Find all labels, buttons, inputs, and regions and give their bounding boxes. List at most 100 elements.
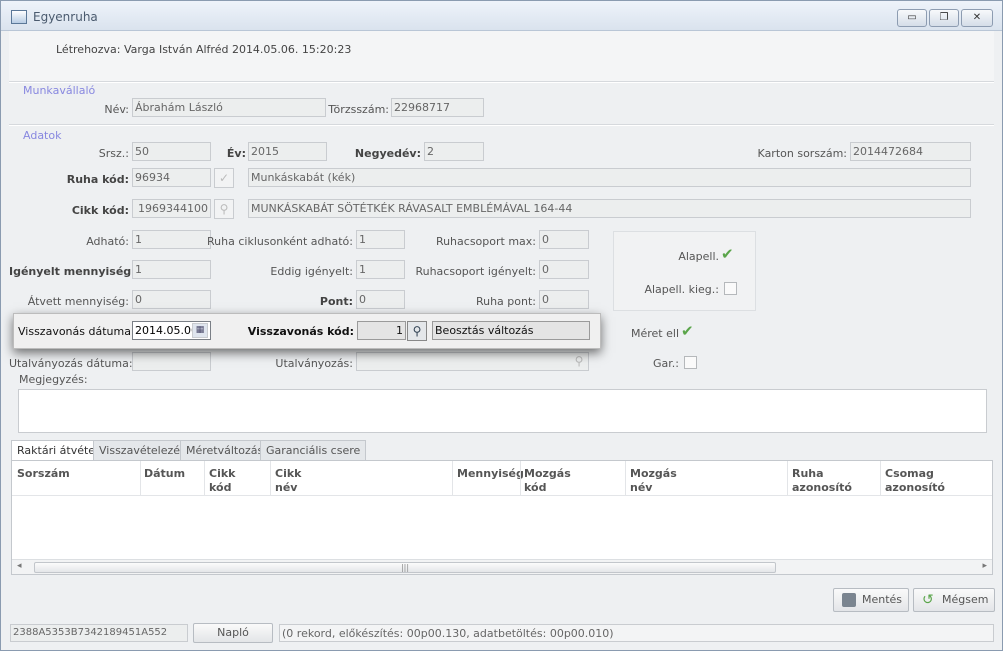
name-field[interactable]: Ábrahám László [132,98,326,117]
col-cikk-nev[interactable]: Cikk név [275,467,301,495]
csoport-max-field[interactable]: 0 [539,230,589,249]
tab-raktari-atvetel[interactable]: Raktári átvétel [11,440,105,461]
employee-legend: Munkavállaló [23,84,96,97]
divider [9,81,994,83]
igenyelt-field[interactable]: 1 [132,260,211,279]
ciklus-field[interactable]: 1 [356,230,405,249]
col-mozgas-kod[interactable]: Mozgás kód [524,467,571,495]
col-sorszam[interactable]: Sorszám [17,467,70,481]
revoke-code-field[interactable]: 1 [357,321,406,340]
divider [9,124,994,126]
ruha-kod-description: Munkáskabát (kék) [248,168,971,187]
utalv-datum-field[interactable] [132,352,211,371]
alapell-kieg-checkbox[interactable] [724,282,737,295]
tab-meretvaltozas[interactable]: Méretváltozás [180,440,270,460]
undo-icon: ↺ [922,592,934,608]
igenyelt-label: Igényelt mennyiség: [9,265,136,278]
csoport-igenyelt-label: Ruhacsoport igényelt: [415,265,536,278]
alapell-kieg-label: Alapell. kieg.: [644,283,719,296]
window-title: Egyenruha [33,10,98,24]
cancel-button[interactable]: ↺ Mégsem [913,588,996,612]
gar-label: Gar.: [653,357,679,370]
data-grid: Sorszám Dátum Cikk kód Cikk név Mennyisé… [11,460,993,575]
alapell-check-icon[interactable]: ✔ [721,245,734,263]
srsz-field[interactable]: 50 [132,142,211,161]
ruha-kod-check-icon[interactable]: ✓ [214,168,234,188]
name-label: Név: [104,103,129,116]
minimize-button[interactable]: ▭ [897,9,927,27]
alapell-label: Alapell. [678,250,719,263]
cikk-kod-search-icon[interactable]: ⚲ [214,199,234,219]
col-datum[interactable]: Dátum [144,467,185,481]
data-legend: Adatok [23,129,62,142]
col-mozgas-nev[interactable]: Mozgás név [630,467,677,495]
scroll-left-icon[interactable]: ◂ [17,561,22,571]
id-label: Törzsszám: [328,103,389,116]
calendar-icon[interactable]: ▦ [192,323,208,338]
csoport-igenyelt-field[interactable]: 0 [539,260,589,279]
col-cikk-kod[interactable]: Cikk kód [209,467,235,495]
ruha-kod-field[interactable]: 96934 [132,168,211,187]
col-mennyiseg[interactable]: Mennyiség [457,467,524,481]
tab-garancialis-csere[interactable]: Garanciális csere [260,440,367,460]
ruha-kod-label: Ruha kód: [66,173,129,186]
created-info: Létrehozva: Varga István Alfréd 2014.05.… [56,43,352,56]
csoport-max-label: Ruhacsoport max: [435,235,536,248]
gar-checkbox[interactable] [684,356,697,369]
window: Egyenruha ▭ ❐ ✕ Létrehozva: Varga István… [0,0,1003,651]
id-field[interactable]: 22968717 [391,98,484,117]
scroll-right-icon[interactable]: ▸ [982,561,987,571]
eddig-field[interactable]: 1 [356,260,405,279]
megjegyzes-textarea[interactable] [18,389,987,433]
floppy-icon [842,593,856,607]
pont-field[interactable]: 0 [356,290,405,309]
save-button[interactable]: Mentés [833,588,910,612]
scroll-thumb[interactable]: ||| [34,562,776,573]
tab-visszavetelezes[interactable]: Visszavételezés [93,440,192,460]
revoke-code-description: Beosztás változás [432,321,590,340]
revoke-code-search-icon[interactable]: ⚲ [407,321,427,341]
adhato-field[interactable]: 1 [132,230,211,249]
ev-field[interactable]: 2015 [248,142,327,161]
cikk-kod-field[interactable]: 1969344100 [132,199,211,218]
adhato-label: Adható: [86,235,129,248]
horizontal-scrollbar[interactable]: ◂ ||| ▸ [12,559,992,574]
ev-label: Év: [226,147,246,160]
utalv-datum-label: Utalványozás dátuma: [9,357,133,370]
pont-label: Pont: [319,295,353,308]
negyedev-field[interactable]: 2 [424,142,484,161]
atvett-label: Átvett mennyiség: [27,295,129,308]
karton-label: Karton sorszám: [757,147,847,160]
karton-field[interactable]: 2014472684 [850,142,971,161]
atvett-field[interactable]: 0 [132,290,211,309]
log-button[interactable]: Napló [193,623,273,643]
cikk-kod-label: Cikk kód: [71,204,129,217]
save-button-label: Mentés [862,593,903,606]
title-bar: Egyenruha ▭ ❐ ✕ [1,1,1002,31]
ruha-pont-label: Ruha pont: [475,295,536,308]
meret-label: Méret ell [631,327,679,340]
status-text: (0 rekord, előkészítés: 00p00.130, adatb… [279,624,994,642]
app-icon [11,10,27,24]
maximize-button[interactable]: ❐ [929,9,959,27]
megjegyzes-label: Megjegyzés: [19,373,88,386]
ruha-pont-field[interactable]: 0 [539,290,589,309]
col-ruha-azonosito[interactable]: Ruha azonosító [792,467,852,495]
utalv-search-icon[interactable]: ⚲ [569,352,589,372]
revoke-code-label: Visszavonás kód: [247,325,354,338]
record-id-field[interactable]: 2388A5353B7342189451A552 [10,624,188,642]
utalv-label: Utalványozás: [275,357,353,370]
cikk-kod-description: MUNKÁSKABÁT SÖTÉTKÉK RÁVASALT EMBLÉMÁVAL… [248,199,971,218]
revoke-popup: Visszavonás dátuma: 2014.05.06 ▦ Visszav… [13,313,601,349]
close-button[interactable]: ✕ [961,9,993,27]
meret-check-icon[interactable]: ✔ [681,322,694,340]
revoke-date-label: Visszavonás dátuma: [18,325,135,338]
utalv-field[interactable] [356,352,589,371]
ciklus-label: Ruha ciklusonként adható: [207,235,353,248]
header-panel [9,31,994,81]
negyedev-label: Negyedév: [354,147,421,160]
eddig-label: Eddig igényelt: [270,265,353,278]
cancel-button-label: Mégsem [942,593,989,606]
col-csomag-azonosito[interactable]: Csomag azonosító [885,467,945,495]
srsz-label: Srsz.: [98,147,129,160]
